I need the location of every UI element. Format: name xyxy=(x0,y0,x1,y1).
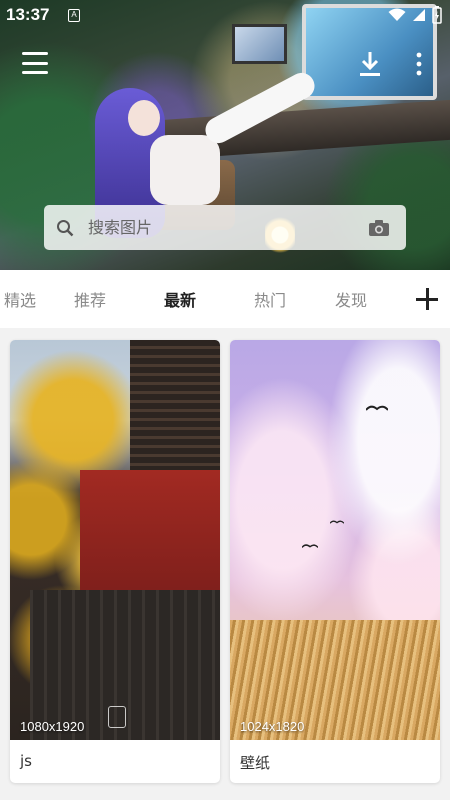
wallpaper-caption: 壁纸 xyxy=(240,754,271,772)
tab-recommended[interactable]: 推荐 xyxy=(45,287,135,311)
wallpaper-thumbnail[interactable]: 1024x1820 xyxy=(230,340,440,740)
bird-shape xyxy=(302,544,318,548)
signal-icon xyxy=(413,9,425,21)
wallpaper-card[interactable]: 1024x1820 壁纸 xyxy=(230,340,440,783)
wallpaper-grid: 1080x1920 js 1024x1820 壁纸 xyxy=(0,328,450,800)
wallpaper-thumbnail[interactable]: 1080x1920 xyxy=(10,340,220,740)
plus-icon[interactable] xyxy=(416,288,438,310)
thumb-roof xyxy=(130,340,220,490)
banner-figure-body xyxy=(150,135,220,205)
more-vertical-icon[interactable] xyxy=(414,52,424,76)
wallpaper-resolution: 1080x1920 xyxy=(20,719,85,734)
search-input[interactable] xyxy=(88,218,368,237)
battery-icon xyxy=(432,6,442,24)
banner-figure-face xyxy=(128,100,160,136)
camera-icon[interactable] xyxy=(368,219,390,237)
menu-line xyxy=(22,61,48,65)
thumb-wall xyxy=(80,470,220,600)
tab-latest[interactable]: 最新 xyxy=(135,287,225,311)
wifi-icon xyxy=(388,8,406,21)
menu-line xyxy=(22,52,48,55)
tab-discover[interactable]: 发现 xyxy=(315,287,387,311)
search-icon xyxy=(57,219,74,236)
watermark-logo xyxy=(108,706,126,728)
tab-featured[interactable]: 精选 xyxy=(0,287,45,311)
wallpaper-card[interactable]: 1080x1920 js xyxy=(10,340,220,783)
hamburger-menu-icon[interactable] xyxy=(22,52,48,74)
status-icons xyxy=(388,6,442,24)
category-tabs: 精选 推荐 最新 热门 发现 xyxy=(0,270,450,328)
banner-small-monitor xyxy=(232,24,287,64)
tab-popular[interactable]: 热门 xyxy=(225,287,315,311)
wallpaper-caption: js xyxy=(20,752,32,770)
search-bar[interactable] xyxy=(44,205,406,250)
notification-icon: A xyxy=(68,9,80,22)
bird-shape xyxy=(330,520,344,524)
wallpaper-resolution: 1024x1820 xyxy=(240,719,305,734)
menu-line xyxy=(22,71,48,74)
bird-shape xyxy=(366,405,388,411)
status-time: 13:37 xyxy=(6,5,50,24)
download-icon[interactable] xyxy=(358,50,382,78)
